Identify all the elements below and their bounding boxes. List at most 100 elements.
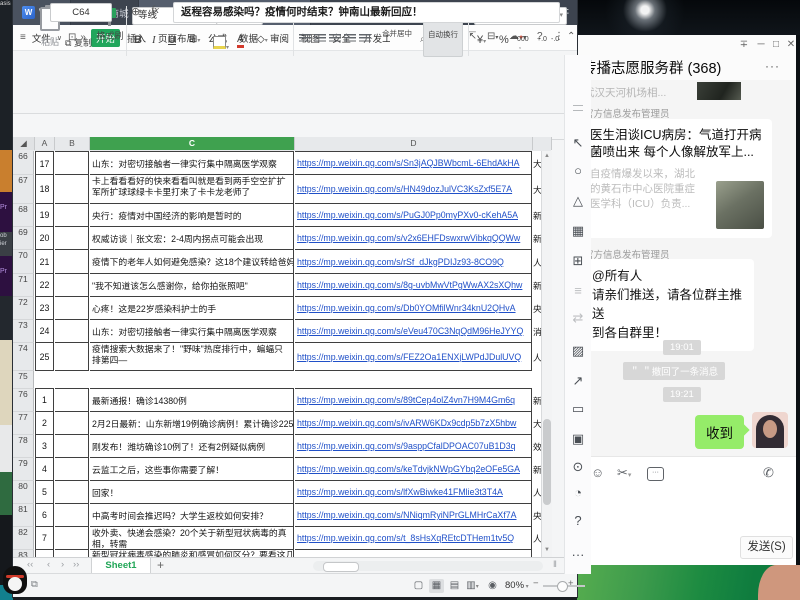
cell-A69[interactable]: 20 bbox=[35, 227, 54, 250]
cell-C74[interactable]: 疫情搜索大数据来了！"野味"热度排行中，蝙蝠只排第四— bbox=[90, 343, 294, 371]
align-horizontal-icon-2[interactable] bbox=[329, 34, 341, 42]
cell-C78[interactable]: 刚发布！潍坊确诊10例了！还有2例疑似病例 bbox=[90, 435, 294, 458]
chat-history-icon[interactable]: ··· bbox=[647, 467, 664, 481]
cell-B73[interactable] bbox=[55, 320, 89, 343]
currency-icon[interactable]: ¥▾ bbox=[477, 34, 486, 46]
cell-B66[interactable] bbox=[55, 151, 89, 175]
view-pagebreak-icon[interactable]: ▤ bbox=[447, 579, 462, 593]
cell-B75[interactable] bbox=[55, 371, 89, 389]
row-header-76[interactable]: 76 bbox=[13, 389, 34, 412]
increase-decimal-icon[interactable]: +.0 bbox=[537, 36, 547, 43]
cell-D74[interactable]: https://mp.weixin.qq.com/s/FEZ2Oa1ENXjLW… bbox=[295, 343, 532, 371]
message-input-area[interactable]: 发送(S) bbox=[577, 488, 796, 565]
cell-A81[interactable]: 6 bbox=[35, 504, 54, 527]
hamburger-icon[interactable]: ≡ bbox=[20, 32, 26, 43]
horizontal-scrollbar[interactable] bbox=[313, 561, 543, 571]
select-all-corner[interactable]: ◢ bbox=[13, 137, 35, 150]
select-cursor-icon[interactable]: ↖ bbox=[565, 135, 591, 151]
cell-B81[interactable] bbox=[55, 504, 89, 527]
row-header-81[interactable]: 81 bbox=[13, 504, 34, 527]
outgoing-message[interactable]: 收到 bbox=[695, 415, 744, 449]
cell-C76[interactable]: 最新通报！确诊14380例 bbox=[90, 389, 294, 412]
layout-grid-icon[interactable]: ⊞ bbox=[565, 253, 591, 269]
pyramid-icon[interactable]: △ bbox=[565, 193, 591, 209]
cell-A66[interactable]: 17 bbox=[35, 151, 54, 175]
cell-B71[interactable] bbox=[55, 274, 89, 297]
vertical-scrollbar[interactable]: ▲ ▼ bbox=[541, 151, 552, 557]
cell-C71[interactable]: "我不知道该怎么感谢你，给你拍张照吧" bbox=[90, 274, 294, 297]
row-header-75[interactable]: 75 bbox=[13, 371, 34, 389]
column-header-e[interactable] bbox=[533, 137, 552, 150]
cell-B76[interactable] bbox=[55, 389, 89, 412]
cell-B82[interactable] bbox=[55, 527, 89, 550]
align-horizontal-icon-1[interactable] bbox=[314, 34, 326, 42]
chat-more-icon[interactable]: ··· bbox=[765, 59, 780, 73]
row-header-78[interactable]: 78 bbox=[13, 435, 34, 458]
cell-B72[interactable] bbox=[55, 297, 89, 320]
row-header-80[interactable]: 80 bbox=[13, 481, 34, 504]
last-sheet-icon[interactable]: ›› bbox=[73, 559, 79, 570]
cell-D73[interactable]: https://mp.weixin.qq.com/s/eVeu470C3NqQd… bbox=[295, 320, 532, 343]
row-header-66[interactable]: 66 bbox=[13, 151, 34, 175]
cell-B80[interactable] bbox=[55, 481, 89, 504]
cell-B83[interactable] bbox=[55, 550, 89, 557]
zoom-slider-knob[interactable] bbox=[557, 581, 568, 592]
minimize-button[interactable]: ─ bbox=[754, 39, 768, 50]
align-horizontal-icon-0[interactable] bbox=[299, 34, 311, 42]
transfer-icon[interactable]: ⇄ bbox=[565, 310, 591, 326]
view-layout-icon[interactable]: ▥▾ bbox=[465, 579, 480, 593]
cell-A70[interactable]: 21 bbox=[35, 250, 54, 274]
bold-button[interactable]: B bbox=[134, 34, 142, 46]
font-color-button[interactable]: A bbox=[237, 34, 244, 48]
cell-B79[interactable] bbox=[55, 458, 89, 481]
cell-C72[interactable]: 心疼！这是22岁感染科护士的手 bbox=[90, 297, 294, 320]
row-header-71[interactable]: 71 bbox=[13, 274, 34, 297]
cell-B67[interactable] bbox=[55, 175, 89, 204]
cell-A80[interactable]: 5 bbox=[35, 481, 54, 504]
menu-tab-审阅[interactable]: 审阅 bbox=[265, 29, 294, 47]
picture-icon[interactable]: ▣ bbox=[565, 431, 591, 447]
scroll-down-icon[interactable]: ▼ bbox=[544, 547, 550, 553]
borders-button[interactable]: ⊞▾ bbox=[189, 34, 200, 45]
cell-D83[interactable] bbox=[295, 550, 532, 557]
sheet-tab-sheet1[interactable]: Sheet1 bbox=[91, 558, 151, 573]
cell-D66[interactable]: https://mp.weixin.qq.com/s/Sn3jAQJBWbcmL… bbox=[295, 151, 532, 175]
cell-C70[interactable]: 疫情下的老年人如何避免感染？这18个建议转给爸妈看 bbox=[90, 250, 294, 274]
cell-D78[interactable]: https://mp.weixin.qq.com/s/9asppCfalDPOA… bbox=[295, 435, 532, 458]
cell-B74[interactable] bbox=[55, 343, 89, 371]
cell-C67[interactable]: 卡上看看看好的快来看看叫就是看到两手空空扩扩军所扩球球绿卡卡里打来了卡卡龙老师了 bbox=[90, 175, 294, 204]
name-box[interactable]: C64 bbox=[50, 3, 112, 22]
qq-penguin-icon[interactable] bbox=[1, 566, 29, 596]
collapse-ribbon-icon[interactable]: ⌃ bbox=[567, 31, 575, 42]
row-header-72[interactable]: 72 bbox=[13, 297, 34, 320]
desktop-icon-green[interactable] bbox=[0, 472, 13, 515]
cell-A78[interactable]: 3 bbox=[35, 435, 54, 458]
add-sheet-button[interactable]: + bbox=[157, 558, 164, 572]
panel-drag-handle[interactable] bbox=[573, 105, 583, 111]
image-library-icon[interactable]: ▨ bbox=[565, 343, 591, 359]
zoom-out-icon[interactable]: − bbox=[533, 578, 539, 589]
cell-C68[interactable]: 央行：疫情对中国经济的影响是暂时的 bbox=[90, 204, 294, 227]
cell-D70[interactable]: https://mp.weixin.qq.com/s/rSf_dJkgPDIJz… bbox=[295, 250, 532, 274]
history-icon[interactable]: ◔ bbox=[565, 485, 591, 500]
row-header-67[interactable]: 67 bbox=[13, 175, 34, 204]
sliders-icon[interactable]: ≡ bbox=[565, 283, 591, 298]
cell-C75[interactable] bbox=[90, 371, 294, 389]
cell-A73[interactable]: 24 bbox=[35, 320, 54, 343]
magnifier-icon[interactable]: ⊕ bbox=[131, 5, 140, 18]
cell-D71[interactable]: https://mp.weixin.qq.com/s/8g-uvbMwVtPgW… bbox=[295, 274, 532, 297]
cell-A74[interactable]: 25 bbox=[35, 343, 54, 371]
send-button[interactable]: 发送(S) bbox=[740, 536, 793, 559]
download-icon[interactable]: ⊙ bbox=[565, 459, 591, 475]
cell-D79[interactable]: https://mp.weixin.qq.com/s/keTdvjkNWpGYb… bbox=[295, 458, 532, 481]
decrease-decimal-icon[interactable]: -.0 bbox=[551, 36, 559, 43]
cell-A83[interactable] bbox=[35, 550, 54, 557]
percent-icon[interactable]: % bbox=[499, 34, 509, 46]
cell-B68[interactable] bbox=[55, 204, 89, 227]
view-normal-icon[interactable]: ▦ bbox=[429, 579, 444, 593]
cell-B77[interactable] bbox=[55, 412, 89, 435]
column-header-c[interactable]: C bbox=[90, 137, 295, 150]
table-style-icon[interactable]: ▦ bbox=[565, 223, 591, 239]
desktop-icon-orange[interactable] bbox=[0, 150, 13, 192]
cell-D82[interactable]: https://mp.weixin.qq.com/s/t_8sHsXqREtcD… bbox=[295, 527, 532, 550]
